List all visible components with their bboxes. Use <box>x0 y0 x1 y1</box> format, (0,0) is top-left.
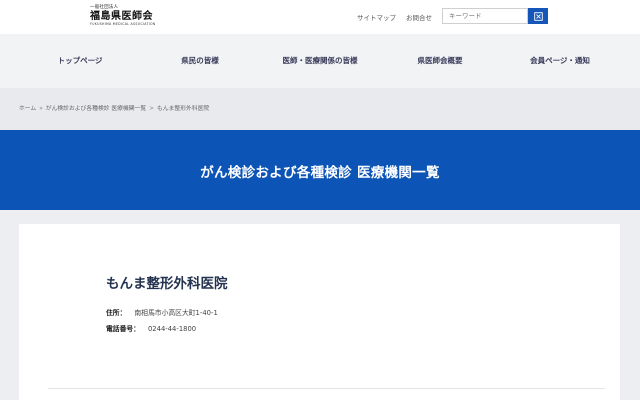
divider <box>48 388 605 389</box>
address-row: 住所： 南相馬市小高区大町1-40-1 <box>106 307 218 317</box>
sitemap-link[interactable]: サイトマップ <box>357 12 396 22</box>
search-icon <box>533 11 543 21</box>
site-logo[interactable]: 一般社団法人 福島県医師会 FUKUSHIMA MEDICAL ASSOCIAT… <box>90 5 160 29</box>
phone-value: 0244-44-1800 <box>147 325 197 333</box>
breadcrumb-band: ホーム» がん検診および各種検診 医療機関一覧 > もんま整形外科医院 <box>0 88 640 130</box>
phone-row: 電話番号： 0244-44-1800 <box>106 323 196 333</box>
nav-item-members[interactable]: 会員ページ・通知 <box>530 55 590 66</box>
breadcrumb-category[interactable]: がん検診および各種検診 医療機関一覧 <box>46 106 146 112</box>
breadcrumb-separator: > <box>149 106 155 112</box>
logo-english: FUKUSHIMA MEDICAL ASSOCIATION <box>90 22 156 26</box>
breadcrumb-home[interactable]: ホーム <box>19 106 36 112</box>
search-button[interactable] <box>528 8 548 24</box>
nav-item-residents[interactable]: 県民の皆様 <box>181 55 219 66</box>
logo-name: 福島県医師会 <box>90 11 153 22</box>
address-value: 南相馬市小高区大町1-40-1 <box>134 309 218 317</box>
contact-link[interactable]: お問合せ <box>406 12 432 22</box>
breadcrumb-current: もんま整形外科医院 <box>157 106 210 112</box>
site-header: 一般社団法人 福島県医師会 FUKUSHIMA MEDICAL ASSOCIAT… <box>0 0 640 34</box>
phone-label: 電話番号： <box>106 325 140 333</box>
page-title: がん検診および各種検診 医療機関一覧 <box>200 165 440 181</box>
page-hero: がん検診および各種検診 医療機関一覧 <box>0 130 640 210</box>
nav-item-about[interactable]: 県医師会概要 <box>418 55 463 66</box>
breadcrumb-separator: » <box>39 106 43 112</box>
address-label: 住所： <box>106 309 127 317</box>
clinic-name: もんま整形外科医院 <box>106 276 228 292</box>
nav-item-medical[interactable]: 医師・医療関係の皆様 <box>283 55 358 66</box>
search-input[interactable] <box>442 8 528 24</box>
breadcrumb: ホーム» がん検診および各種検診 医療機関一覧 > もんま整形外科医院 <box>19 103 209 112</box>
main-nav: トップページ 県民の皆様 医師・医療関係の皆様 県医師会概要 会員ページ・通知 <box>0 34 640 88</box>
nav-item-top[interactable]: トップページ <box>58 55 103 66</box>
